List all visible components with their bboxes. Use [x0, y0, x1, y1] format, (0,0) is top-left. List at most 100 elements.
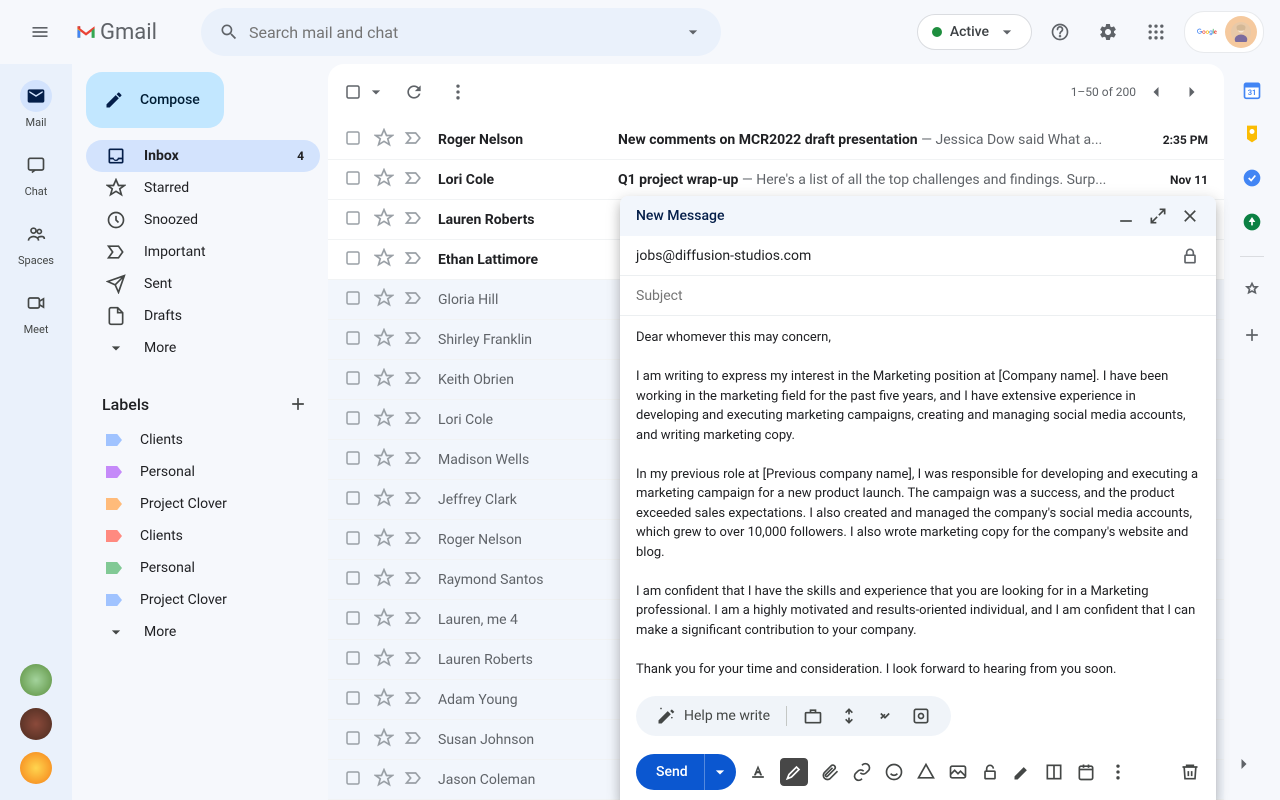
contacts-addon[interactable] — [1242, 212, 1262, 232]
signature-button[interactable] — [1012, 762, 1032, 782]
row-checkbox[interactable] — [344, 289, 364, 311]
schedule-button[interactable] — [1076, 762, 1096, 782]
row-checkbox[interactable] — [344, 529, 364, 551]
label-item[interactable]: Clients — [86, 424, 320, 456]
row-star[interactable] — [374, 448, 394, 472]
briefcase-icon[interactable] — [803, 706, 823, 726]
row-important[interactable] — [404, 608, 424, 632]
row-checkbox[interactable] — [344, 169, 364, 191]
close-icon[interactable] — [1180, 206, 1200, 226]
chat-avatar-3[interactable] — [20, 752, 52, 784]
row-checkbox[interactable] — [344, 369, 364, 391]
row-important[interactable] — [404, 288, 424, 312]
row-star[interactable] — [374, 568, 394, 592]
label-item[interactable]: Project Clover — [86, 488, 320, 520]
emoji-button[interactable] — [884, 762, 904, 782]
apps-button[interactable] — [1136, 12, 1176, 52]
link-button[interactable] — [852, 762, 872, 782]
row-checkbox[interactable] — [344, 649, 364, 671]
calendar-addon[interactable]: 31 — [1242, 80, 1262, 100]
row-important[interactable] — [404, 368, 424, 392]
google-account[interactable] — [1184, 11, 1264, 53]
nav-rail-spaces[interactable]: Spaces — [8, 218, 64, 267]
row-important[interactable] — [404, 128, 424, 152]
row-important[interactable] — [404, 208, 424, 232]
addon-1[interactable] — [1242, 281, 1262, 301]
row-star[interactable] — [374, 528, 394, 552]
expand-side-panel-button[interactable] — [1224, 744, 1264, 784]
row-checkbox[interactable] — [344, 329, 364, 351]
row-checkbox[interactable] — [344, 449, 364, 471]
row-checkbox[interactable] — [344, 249, 364, 271]
gmail-logo[interactable]: Gmail — [76, 20, 157, 45]
row-checkbox[interactable] — [344, 209, 364, 231]
nav-rail-chat[interactable]: Chat — [8, 149, 64, 198]
help-me-write-button[interactable]: Help me write — [656, 706, 770, 726]
compose-header[interactable]: New Message — [620, 196, 1216, 236]
row-important[interactable] — [404, 248, 424, 272]
row-star[interactable] — [374, 288, 394, 312]
collapse-icon[interactable] — [875, 706, 895, 726]
row-important[interactable] — [404, 528, 424, 552]
folder-starred[interactable]: Starred — [86, 172, 320, 204]
row-star[interactable] — [374, 608, 394, 632]
row-important[interactable] — [404, 688, 424, 712]
attach-button[interactable] — [820, 762, 840, 782]
settings-button[interactable] — [1088, 12, 1128, 52]
chat-avatar-1[interactable] — [20, 664, 52, 696]
row-checkbox[interactable] — [344, 409, 364, 431]
row-important[interactable] — [404, 408, 424, 432]
row-checkbox[interactable] — [344, 569, 364, 591]
row-star[interactable] — [374, 128, 394, 152]
row-important[interactable] — [404, 648, 424, 672]
compose-body[interactable]: Dear whomever this may concern, I am wri… — [620, 316, 1216, 688]
minimize-icon[interactable] — [1116, 206, 1136, 226]
row-checkbox[interactable] — [344, 689, 364, 711]
image-button[interactable] — [948, 762, 968, 782]
template-button[interactable] — [1044, 762, 1064, 782]
row-star[interactable] — [374, 368, 394, 392]
more-actions-button[interactable] — [442, 76, 474, 108]
row-checkbox[interactable] — [344, 489, 364, 511]
cycle-icon[interactable] — [911, 706, 931, 726]
folder-sent[interactable]: Sent — [86, 268, 320, 300]
row-star[interactable] — [374, 408, 394, 432]
refresh-button[interactable] — [398, 76, 430, 108]
row-checkbox[interactable] — [344, 129, 364, 151]
shorten-icon[interactable] — [839, 706, 859, 726]
row-important[interactable] — [404, 328, 424, 352]
discard-draft-button[interactable] — [1180, 762, 1200, 782]
folder-more[interactable]: More — [86, 332, 320, 364]
search-bar[interactable] — [201, 8, 721, 56]
search-input[interactable] — [249, 23, 673, 42]
text-format-button[interactable] — [748, 762, 768, 782]
search-options-button[interactable] — [673, 12, 713, 52]
email-row[interactable]: Roger Nelson New comments on MCR2022 dra… — [328, 120, 1224, 160]
labels-more[interactable]: More — [86, 616, 320, 648]
chat-avatar-2[interactable] — [20, 708, 52, 740]
drive-button[interactable] — [916, 762, 936, 782]
email-row[interactable]: Lori Cole Q1 project wrap-up — Here's a … — [328, 160, 1224, 200]
fullscreen-icon[interactable] — [1148, 206, 1168, 226]
add-label-button[interactable] — [288, 394, 308, 414]
more-options-button[interactable] — [1108, 762, 1128, 782]
main-menu-button[interactable] — [16, 8, 64, 56]
nav-rail-mail[interactable]: Mail — [8, 80, 64, 129]
row-star[interactable] — [374, 208, 394, 232]
folder-snoozed[interactable]: Snoozed — [86, 204, 320, 236]
compose-button[interactable]: Compose — [86, 72, 224, 128]
row-important[interactable] — [404, 568, 424, 592]
row-star[interactable] — [374, 328, 394, 352]
prev-page-button[interactable] — [1140, 76, 1172, 108]
row-star[interactable] — [374, 768, 394, 792]
row-star[interactable] — [374, 648, 394, 672]
row-important[interactable] — [404, 168, 424, 192]
send-options-dropdown[interactable] — [704, 754, 736, 790]
row-checkbox[interactable] — [344, 609, 364, 631]
compose-to-field[interactable]: jobs@diffusion-studios.com — [620, 236, 1216, 276]
folder-drafts[interactable]: Drafts — [86, 300, 320, 332]
select-all-checkbox[interactable] — [344, 82, 386, 102]
row-checkbox[interactable] — [344, 729, 364, 751]
next-page-button[interactable] — [1176, 76, 1208, 108]
lock-icon[interactable] — [1180, 246, 1200, 266]
